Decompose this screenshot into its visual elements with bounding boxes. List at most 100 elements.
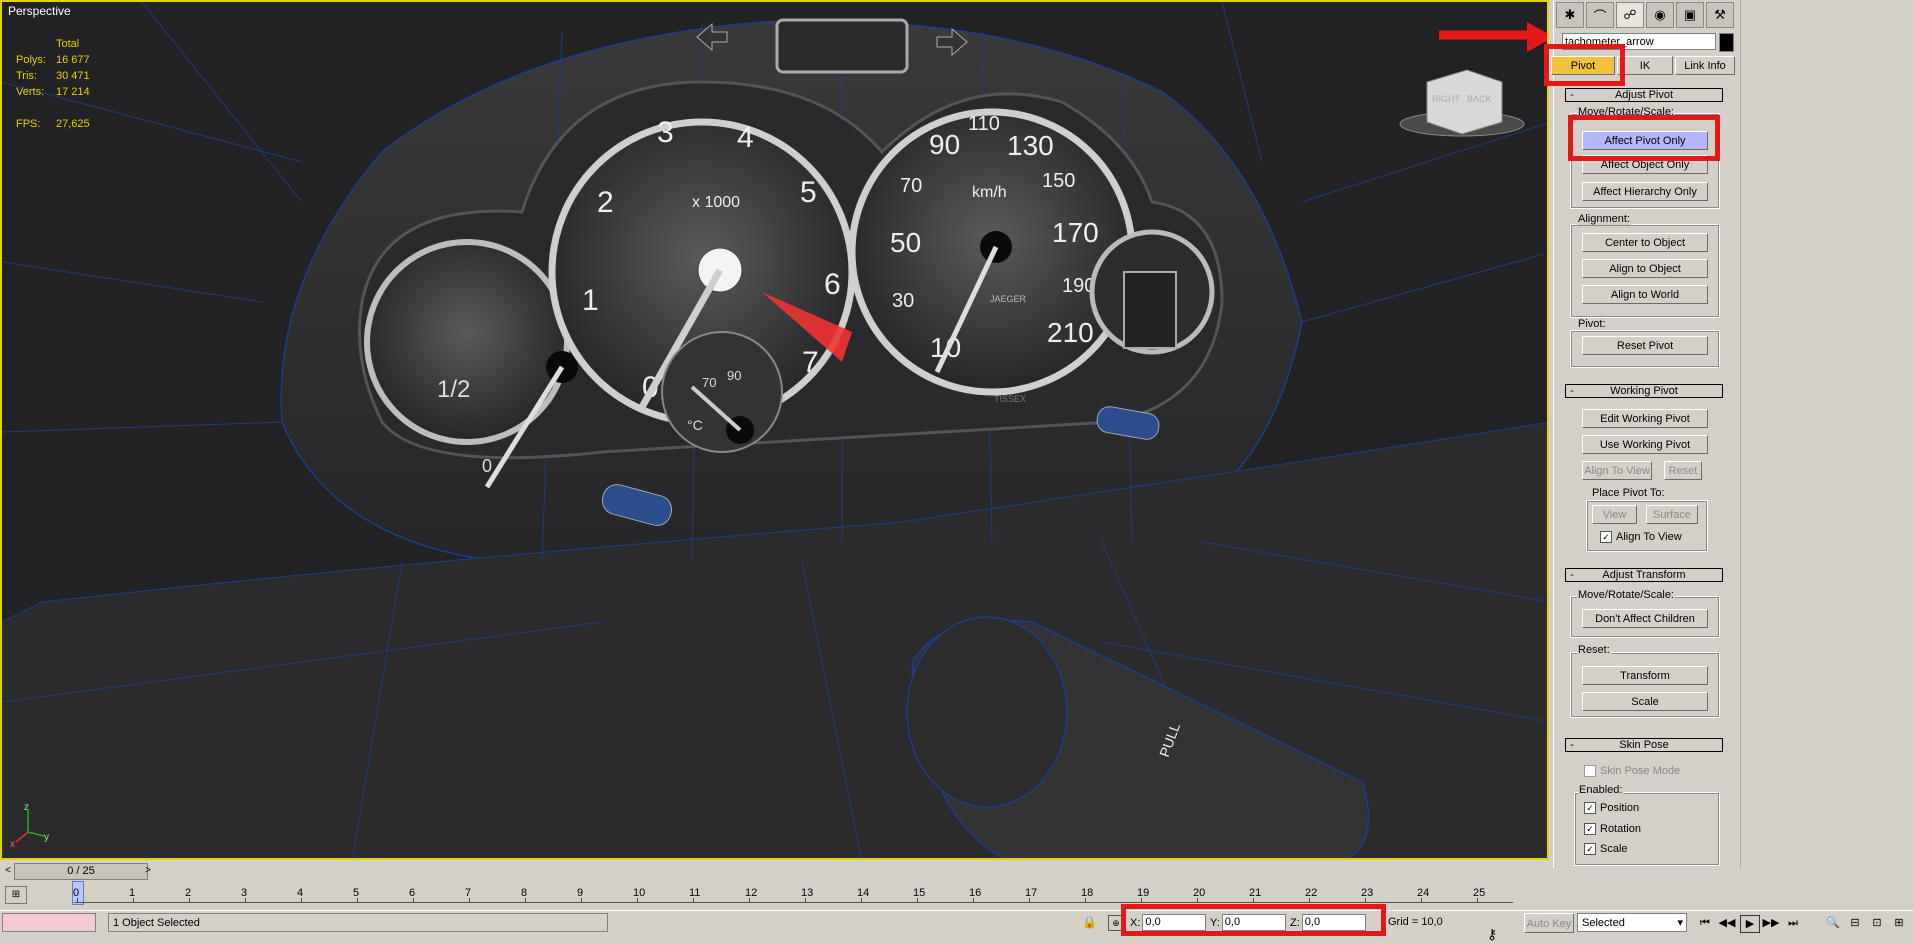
checkbox-checked-icon: ✓ <box>1600 531 1612 543</box>
display-icon[interactable]: ▣ <box>1676 2 1704 28</box>
reset-pivot-button[interactable]: Reset Pivot <box>1582 336 1708 355</box>
set-key-icon[interactable]: ⚷ <box>1487 926 1497 943</box>
rotation-checkbox[interactable]: ✓ Rotation <box>1584 823 1641 835</box>
reset-working-pivot-button[interactable]: Reset <box>1664 461 1702 480</box>
speed-unit: km/h <box>972 184 1007 201</box>
zoom-extents-all-icon[interactable]: ⊞ <box>1890 915 1908 931</box>
lock-selection-icon[interactable]: 🔒 <box>1082 915 1097 929</box>
use-working-pivot-button[interactable]: Use Working Pivot <box>1582 435 1708 454</box>
hierarchy-icon[interactable]: ☍ <box>1616 2 1644 28</box>
chevron-down-icon: ▾ <box>1677 917 1683 929</box>
dont-affect-children-button[interactable]: Don't Affect Children <box>1582 609 1708 628</box>
speed-110: 110 <box>968 113 1000 135</box>
timeline-tick-mark <box>245 898 246 903</box>
adjust-transform-rollout[interactable]: - Adjust Transform <box>1565 568 1723 582</box>
place-pivot-surface-button[interactable]: Surface <box>1646 505 1698 524</box>
place-pivot-view-button[interactable]: View <box>1592 505 1637 524</box>
speed-brand-label: TISSEX <box>994 394 1026 404</box>
modify-icon[interactable]: ⌒ <box>1586 2 1614 28</box>
transform-move-label: Move/Rotate/Scale: <box>1577 589 1675 601</box>
brand-label: JAEGER <box>990 294 1027 304</box>
go-to-end-icon[interactable]: ⏭ <box>1784 915 1802 931</box>
skin-pose-title: Skin Pose <box>1619 739 1669 751</box>
timeline-tick-mark <box>77 898 78 903</box>
tach-6: 6 <box>824 268 841 301</box>
time-slider[interactable]: 0 / 25 <box>14 863 148 880</box>
timeline-tick: 25 <box>1473 887 1486 899</box>
tach-4: 4 <box>737 121 754 154</box>
align-to-view-checkbox[interactable]: ✓ Align To View <box>1600 531 1682 543</box>
time-next-button[interactable]: > <box>142 863 154 878</box>
stats-polys-label: Polys: <box>16 54 46 66</box>
checkbox-checked-icon: ✓ <box>1584 843 1596 855</box>
affect-hierarchy-only-button[interactable]: Affect Hierarchy Only <box>1582 182 1708 201</box>
zoom-icon[interactable]: 🔍 <box>1824 915 1842 931</box>
previous-frame-icon[interactable]: ◀◀ <box>1718 915 1736 931</box>
skin-pose-mode-checkbox[interactable]: Skin Pose Mode <box>1584 765 1680 777</box>
fuel-half-label: 1/2 <box>437 376 470 403</box>
annotation-box-coordinates <box>1121 904 1386 936</box>
time-prev-button[interactable]: < <box>2 863 14 878</box>
timeline-tick-mark <box>749 898 750 903</box>
position-checkbox[interactable]: ✓ Position <box>1584 802 1639 814</box>
stats-header: Total <box>56 38 80 50</box>
working-pivot-rollout[interactable]: - Working Pivot <box>1565 384 1723 398</box>
timeline-tick-mark <box>861 898 862 903</box>
reset-scale-button[interactable]: Scale <box>1582 692 1708 711</box>
timeline-tick: 13 <box>801 887 814 899</box>
checkbox-checked-icon: ✓ <box>1584 823 1596 835</box>
alignment-label: Alignment: <box>1577 213 1631 225</box>
stats-verts-value: 17 214 <box>56 86 90 98</box>
timeline-tick-mark <box>805 898 806 903</box>
viewcube-right: RIGHT <box>1432 94 1461 104</box>
go-to-start-icon[interactable]: ⏮ <box>1696 915 1714 931</box>
stats-tris-label: Tris: <box>16 70 37 82</box>
ik-tab[interactable]: IK <box>1617 56 1673 75</box>
perspective-viewport[interactable]: 1/2 0 1 2 3 4 5 6 7 0 x 1000 °C 70 90 10 <box>0 0 1549 860</box>
track-bar-menu-icon[interactable]: ⊞ <box>5 886 27 904</box>
key-filter-value: Selected <box>1582 917 1625 929</box>
zoom-all-icon[interactable]: ⊟ <box>1846 915 1864 931</box>
speed-50: 50 <box>890 227 921 258</box>
temp-unit: °C <box>687 417 703 433</box>
timeline-tick-mark <box>133 898 134 903</box>
annotation-box-pivot-tab <box>1544 44 1625 86</box>
working-pivot-title: Working Pivot <box>1610 385 1678 397</box>
timeline-tick: 12 <box>745 887 758 899</box>
zoom-extents-icon[interactable]: ⊡ <box>1868 915 1886 931</box>
maxscript-listener-field[interactable] <box>2 913 96 932</box>
auto-key-button[interactable]: Auto Key <box>1524 913 1574 933</box>
tach-5: 5 <box>800 176 817 209</box>
adjust-transform-title: Adjust Transform <box>1602 569 1686 581</box>
align-to-world-button[interactable]: Align to World <box>1582 285 1708 304</box>
timeline-tick-mark <box>469 898 470 903</box>
tach-1: 1 <box>582 284 599 317</box>
utilities-icon[interactable]: ⚒ <box>1706 2 1734 28</box>
checkbox-empty-icon <box>1584 765 1596 777</box>
align-to-view-button[interactable]: Align To View <box>1582 461 1652 480</box>
motion-icon[interactable]: ◉ <box>1646 2 1674 28</box>
center-to-object-button[interactable]: Center to Object <box>1582 233 1708 252</box>
speed-30: 30 <box>892 290 914 312</box>
align-to-object-button[interactable]: Align to Object <box>1582 259 1708 278</box>
scale-checkbox[interactable]: ✓ Scale <box>1584 843 1628 855</box>
timeline-tick-mark <box>1253 898 1254 903</box>
object-color-swatch[interactable] <box>1719 33 1734 52</box>
timeline-tick-mark <box>189 898 190 903</box>
timeline-tick: 16 <box>969 887 982 899</box>
viewcube-back: BACK <box>1467 94 1492 104</box>
play-icon[interactable]: ▶ <box>1740 915 1760 933</box>
annotation-box-affect-pivot <box>1568 115 1720 161</box>
link-info-tab[interactable]: Link Info <box>1675 56 1735 75</box>
timeline-tick-mark <box>1365 898 1366 903</box>
adjust-pivot-rollout[interactable]: - Adjust Pivot <box>1565 88 1723 102</box>
edit-working-pivot-button[interactable]: Edit Working Pivot <box>1582 409 1708 428</box>
reset-transform-button[interactable]: Transform <box>1582 666 1708 685</box>
stats-tris-value: 30 471 <box>56 70 90 82</box>
next-frame-icon[interactable]: ▶▶ <box>1762 915 1780 931</box>
viewport-label[interactable]: Perspective <box>8 4 71 18</box>
skin-pose-rollout[interactable]: - Skin Pose <box>1565 738 1723 752</box>
create-icon[interactable]: ✱ <box>1556 2 1584 28</box>
speed-90: 90 <box>929 129 960 160</box>
key-filter-dropdown[interactable]: Selected ▾ <box>1577 913 1687 932</box>
